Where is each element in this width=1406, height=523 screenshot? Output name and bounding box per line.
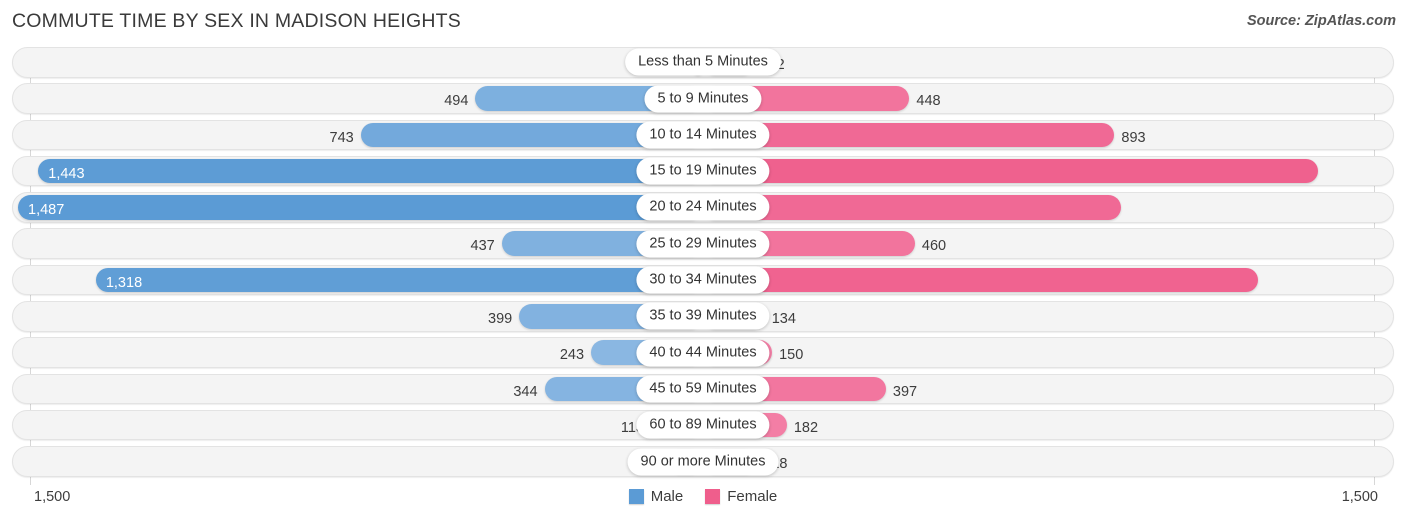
bar-half-male: 77 (12, 446, 703, 477)
category-label: 10 to 14 Minutes (636, 121, 770, 149)
bar-half-male: 1,487 (12, 192, 703, 223)
bar-half-female: 893 (703, 120, 1394, 151)
male-value-label: 243 (559, 347, 585, 364)
bar-row: 494 448 5 to 9 Minutes (12, 83, 1394, 114)
female-bar[interactable]: 1,336 (703, 158, 1319, 184)
bar-half-male: 437 (12, 228, 703, 259)
chart-legend: Male Female (0, 488, 1406, 505)
bar-half-male: 243 (12, 337, 703, 368)
female-value-label: 150 (779, 347, 804, 364)
bar-half-female: 150 (703, 337, 1394, 368)
page-title: COMMUTE TIME BY SEX IN MADISON HEIGHTS (12, 10, 461, 32)
bar-row: 7711890 or more Minutes (12, 446, 1394, 477)
bar-half-male: 21 (12, 47, 703, 78)
category-label: 90 or more Minutes (627, 448, 779, 476)
female-value-label: 397 (892, 383, 918, 400)
male-swatch (628, 489, 644, 504)
category-label: 45 to 59 Minutes (636, 375, 770, 403)
male-value-label: 399 (488, 311, 513, 328)
chart-plot-area: 21112Less than 5 Minutes 494 448 5 to 9 Min… (0, 47, 1406, 485)
bar-half-female: 397 (703, 374, 1394, 405)
bar-half-male: 494 (12, 83, 703, 114)
chart-header: COMMUTE TIME BY SEX IN MADISON HEIGHTS S… (0, 0, 1406, 42)
legend-item[interactable]: Male (628, 488, 684, 505)
male-bar[interactable]: 1,487 (18, 195, 703, 220)
source-attribution: Source: ZipAtlas.com (1246, 13, 1396, 29)
bar-half-female: 118 (703, 446, 1394, 477)
male-bar[interactable]: 1,318 (95, 267, 703, 293)
male-value-label: 1,443 (48, 165, 85, 182)
bar-half-male: 1,443 (12, 156, 703, 187)
female-value-label: 134 (771, 311, 796, 328)
category-label: 20 to 24 Minutes (636, 193, 770, 221)
bar-row: 344 397 45 to 59 Minutes (12, 373, 1394, 405)
category-label: 25 to 29 Minutes (636, 230, 770, 258)
male-value-label: 1,318 (105, 274, 143, 291)
bar-row: 1,443 1,33615 to 19 Minutes (12, 155, 1394, 187)
legend-label: Female (727, 488, 778, 505)
bar-half-female: 448 (703, 83, 1394, 114)
bar-half-female: 1,336 (703, 156, 1394, 187)
male-bar[interactable]: 1,443 (38, 158, 703, 184)
category-label: 40 to 44 Minutes (636, 339, 770, 367)
female-swatch (705, 489, 721, 504)
category-label: 30 to 34 Minutes (636, 266, 770, 294)
bar-half-male: 743 (12, 120, 703, 151)
female-value-label: 448 (916, 93, 941, 110)
legend-item[interactable]: Female (705, 488, 777, 505)
male-value-label: 1,487 (28, 202, 65, 219)
bar-half-male: 399 (12, 301, 703, 332)
bar-half-female: 460 (703, 228, 1394, 259)
bar-half-female: 134 (703, 301, 1394, 332)
bar-half-male: 1,318 (12, 265, 703, 296)
bar-row: 437 460 25 to 29 Minutes (12, 228, 1394, 259)
bar-row: 399 134 35 to 39 Minutes (12, 301, 1394, 332)
female-value-label: 893 (1121, 129, 1146, 146)
bar-row: 743 893 10 to 14 Minutes (12, 119, 1394, 151)
legend-label: Male (650, 488, 684, 505)
category-label: 60 to 89 Minutes (636, 411, 770, 439)
male-value-label: 437 (470, 238, 495, 255)
female-value-label: 460 (921, 238, 947, 255)
chart-footer: 1,500 1,500 Male Female (0, 486, 1406, 523)
female-value-label: 182 (793, 419, 819, 436)
male-value-label: 344 (513, 383, 538, 400)
bar-row: 1,318 1,20430 to 34 Minutes (12, 264, 1394, 296)
bar-row: 113 182 60 to 89 Minutes (12, 409, 1394, 441)
bar-half-female: 908 (703, 192, 1394, 223)
bar-row: 1,487 90820 to 24 Minutes (12, 192, 1394, 223)
category-label: 5 to 9 Minutes (644, 85, 762, 113)
bar-half-female: 112 (703, 47, 1394, 78)
category-label: 15 to 19 Minutes (636, 157, 770, 185)
bar-half-female: 1,204 (703, 265, 1394, 296)
bar-row: 243 150 40 to 44 Minutes (12, 337, 1394, 368)
bar-half-male: 113 (12, 410, 703, 441)
bar-row: 21112Less than 5 Minutes (12, 47, 1394, 78)
category-label: Less than 5 Minutes (625, 48, 781, 76)
bar-rows-container: 21112Less than 5 Minutes 494 448 5 to 9 Min… (12, 47, 1394, 483)
male-value-label: 494 (444, 93, 469, 110)
bar-half-male: 344 (12, 374, 703, 405)
female-bar[interactable]: 1,204 (703, 267, 1258, 293)
bar-half-female: 182 (703, 410, 1394, 441)
category-label: 35 to 39 Minutes (636, 302, 770, 330)
male-value-label: 743 (329, 129, 354, 146)
